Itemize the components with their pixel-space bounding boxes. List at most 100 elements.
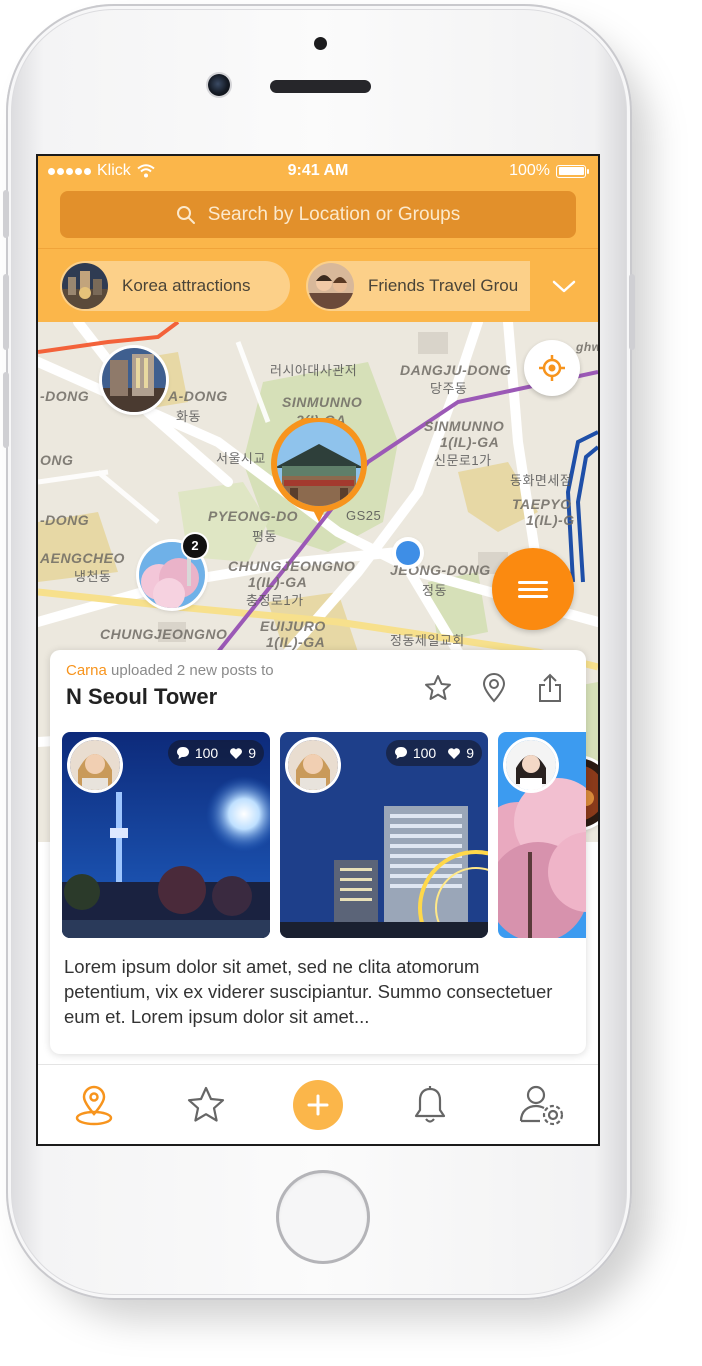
author-avatar xyxy=(506,740,556,790)
comment-icon xyxy=(176,747,189,759)
post-thumbnails: 100 9 100 9 xyxy=(62,732,586,938)
map-label: -DONG xyxy=(40,512,90,528)
share-button[interactable] xyxy=(534,672,566,704)
add-icon xyxy=(307,1094,329,1116)
group-avatar xyxy=(308,263,354,309)
post-thumbnail[interactable] xyxy=(498,732,586,938)
my-location-button[interactable] xyxy=(524,340,580,396)
map-label: 1(IL)-G xyxy=(526,512,575,528)
post-place-title[interactable]: N Seoul Tower xyxy=(66,684,217,710)
group-chip-friends-travel[interactable]: Friends Travel Grou xyxy=(306,261,536,311)
tab-profile-settings[interactable] xyxy=(486,1065,598,1144)
map-label: 냉천동 xyxy=(74,569,112,584)
battery-icon xyxy=(556,164,589,178)
status-right: 100% xyxy=(509,162,589,180)
map-label: CHUNGJEONGNO xyxy=(228,558,356,574)
group-avatar xyxy=(62,263,108,309)
volume-up-button xyxy=(3,274,9,350)
chevron-down-icon xyxy=(552,280,576,293)
map-label: 1(IL)-GA xyxy=(266,634,326,650)
star-icon xyxy=(187,1086,225,1122)
map-label: 1(IL)-GA xyxy=(248,574,308,590)
volume-down-button xyxy=(3,372,9,448)
share-icon xyxy=(539,673,561,702)
hamburger-icon xyxy=(518,577,548,602)
map-label: 충정로1가 xyxy=(246,593,304,608)
map-label: 당주동 xyxy=(430,381,468,396)
heart-icon xyxy=(230,747,243,759)
post-action-text: uploaded 2 new posts to xyxy=(111,662,274,679)
silent-switch xyxy=(3,190,9,238)
add-post-button[interactable] xyxy=(293,1080,343,1130)
post-card[interactable]: Carna uploaded 2 new posts to N Seoul To… xyxy=(50,650,586,1054)
search-icon xyxy=(176,205,195,224)
star-outline-icon xyxy=(425,675,451,700)
map-label: EUIJURO xyxy=(260,618,326,634)
map-label: SINMUNNO xyxy=(282,394,363,410)
tab-notifications[interactable] xyxy=(374,1065,486,1144)
author-avatar xyxy=(70,740,120,790)
map-label: 정동제일교회 xyxy=(390,633,465,648)
map-pin-icon xyxy=(75,1085,113,1126)
post-subtitle: Carna uploaded 2 new posts to xyxy=(66,662,274,679)
front-camera xyxy=(208,74,230,96)
map-label: 1(IL)-GA xyxy=(440,434,500,450)
group-chip-label: Korea attractions xyxy=(122,276,251,295)
battery-percent: 100% xyxy=(509,162,550,179)
favorite-button[interactable] xyxy=(422,672,454,704)
map-label: -DONG xyxy=(40,388,90,404)
map-label: CHUNGJEONGNO xyxy=(100,626,228,642)
search-input[interactable]: Search by Location or Groups xyxy=(60,191,576,238)
bell-icon xyxy=(414,1086,446,1123)
user-settings-icon xyxy=(519,1085,564,1126)
selected-location-pin[interactable] xyxy=(264,418,374,538)
tab-map[interactable] xyxy=(38,1065,150,1144)
map-label: 동화면세점 xyxy=(510,473,573,488)
map-photo-pin[interactable] xyxy=(102,348,166,412)
comment-icon xyxy=(394,747,407,759)
post-thumbnail[interactable]: 100 9 xyxy=(62,732,270,938)
map-label: 러시아대사관저 xyxy=(270,363,358,378)
post-stats: 100 9 xyxy=(385,740,482,766)
post-thumbnail[interactable]: 100 9 xyxy=(280,732,488,938)
group-chip-label: Friends Travel Grou xyxy=(368,276,519,295)
expand-groups-button[interactable] xyxy=(530,256,598,318)
group-chip-korea-attractions[interactable]: Korea attractions xyxy=(60,261,290,311)
menu-button[interactable] xyxy=(492,548,574,630)
location-pin-icon xyxy=(482,673,506,703)
header: Klick 9:41 AM 100% Search by Location or… xyxy=(38,156,598,322)
comment-count: 100 xyxy=(194,745,219,761)
author-avatar xyxy=(288,740,338,790)
post-description: Lorem ipsum dolor sit amet, sed ne clita… xyxy=(64,956,553,1027)
map-label: ghw xyxy=(576,340,598,354)
show-on-map-button[interactable] xyxy=(478,672,510,704)
map-label: AENGCHEO xyxy=(40,550,125,566)
home-button[interactable] xyxy=(276,1170,370,1264)
map-label: DANGJU-DONG xyxy=(400,362,512,378)
current-location-dot xyxy=(396,541,420,565)
earpiece-speaker xyxy=(270,80,371,93)
header-divider xyxy=(38,248,598,249)
map-label: SINMUNNO xyxy=(424,418,505,434)
heart-icon xyxy=(448,747,461,759)
tab-favorites[interactable] xyxy=(150,1065,262,1144)
group-filter-bar: Korea attractions Friends Travel Grou xyxy=(38,256,598,318)
post-actions xyxy=(422,672,566,704)
post-username[interactable]: Carna xyxy=(66,662,107,679)
map-label: ONG xyxy=(40,452,74,468)
crosshair-icon xyxy=(539,355,565,381)
like-count: 9 xyxy=(248,745,256,761)
map-label: 서울시교 xyxy=(216,451,266,466)
map-label: 신문로1가 xyxy=(434,453,492,468)
map-label: TAEPYO xyxy=(512,496,572,512)
like-count: 9 xyxy=(466,745,474,761)
status-bar: Klick 9:41 AM 100% xyxy=(38,156,598,186)
tab-add[interactable] xyxy=(262,1065,374,1144)
map-label: 화동 xyxy=(176,409,201,424)
app-screen: Klick 9:41 AM 100% Search by Location or… xyxy=(38,156,598,1144)
post-stats: 100 9 xyxy=(167,740,264,766)
search-placeholder: Search by Location or Groups xyxy=(207,203,461,225)
power-button xyxy=(629,274,635,350)
map-label: A-DONG xyxy=(168,388,228,404)
proximity-sensor xyxy=(314,37,327,50)
